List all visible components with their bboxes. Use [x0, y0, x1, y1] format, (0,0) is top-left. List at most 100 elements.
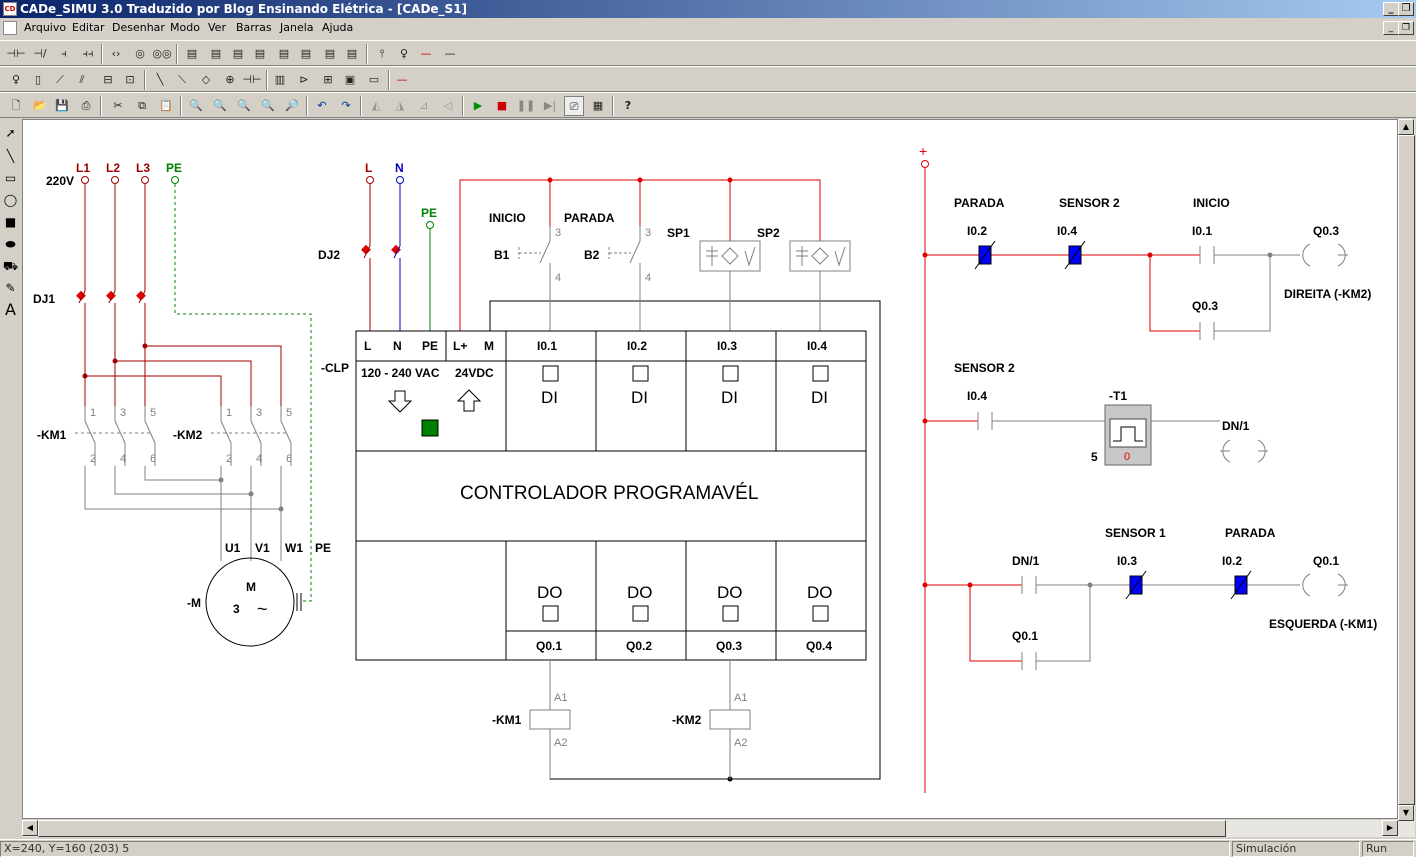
block-f-icon[interactable]: ▤ [296, 44, 316, 64]
zoom-in-icon[interactable]: 🔍 [186, 96, 206, 116]
doc-restore-icon[interactable]: ❐ [1398, 21, 1414, 35]
wire-icon[interactable]: — [392, 70, 412, 90]
zoom-area-icon[interactable]: 🔍 [258, 96, 278, 116]
copy-icon[interactable]: ⧉ [132, 96, 152, 116]
black-line-icon[interactable]: — [440, 44, 460, 64]
new-file-icon[interactable]: 🗋 [6, 96, 26, 116]
menu-ajuda[interactable]: Ajuda [322, 21, 353, 34]
thermal-icon[interactable]: ⊡ [120, 70, 140, 90]
valve-icon[interactable]: ⊕ [220, 70, 240, 90]
fill-bucket-icon[interactable]: ⛟ [1, 256, 20, 276]
scroll-right-icon[interactable]: ▶ [1382, 820, 1398, 836]
contact-nc-icon[interactable]: ⊣/⊢ [30, 44, 50, 80]
horizontal-scrollbar[interactable]: ◀ ▶ [22, 820, 1398, 837]
restore-icon[interactable]: ❐ [1398, 2, 1414, 16]
terminal-icon[interactable]: ♀ [394, 44, 414, 64]
step-icon[interactable]: ▶| [540, 96, 560, 116]
doc-minimize-icon[interactable]: _ [1383, 21, 1399, 35]
rectangle-tool-icon[interactable]: ▭ [1, 168, 20, 188]
coil-double-icon[interactable]: ◎◎ [152, 44, 172, 64]
coil-km1[interactable] [529, 709, 571, 730]
node-icon[interactable]: ⫯ [372, 44, 392, 64]
block-d-icon[interactable]: ▤ [250, 44, 270, 64]
relay-icon[interactable]: ⊟ [98, 70, 118, 90]
diode-icon[interactable]: ‹› [106, 44, 126, 64]
coil-q03[interactable] [1302, 243, 1348, 267]
filled-rectangle-icon[interactable]: ■ [1, 212, 20, 232]
coil-q01[interactable] [1302, 573, 1348, 597]
paste-icon[interactable]: 📋 [156, 96, 176, 116]
scroll-left-icon[interactable]: ◀ [22, 820, 38, 836]
menu-janela[interactable]: Janela [280, 21, 314, 34]
timer-icon[interactable]: ▥ [270, 70, 290, 90]
fuse-icon[interactable]: ▯ [28, 70, 48, 90]
coil-pair-icon[interactable]: ◎ [130, 44, 150, 64]
filled-ellipse-icon[interactable]: ⬬ [1, 234, 20, 254]
redo-icon[interactable]: ↷ [336, 96, 356, 116]
open-folder-icon[interactable]: 📂 [30, 96, 50, 116]
coil-dn1[interactable] [1220, 439, 1268, 463]
pushbutton-b1[interactable] [539, 226, 551, 331]
menu-editar[interactable]: Editar [72, 21, 105, 34]
coil-km2[interactable] [709, 709, 751, 730]
block-c-icon[interactable]: ▤ [228, 44, 248, 64]
zoom-fit-icon[interactable]: 🔍 [234, 96, 254, 116]
lamp-icon[interactable]: ♀ [6, 70, 26, 90]
app-icon[interactable]: CD [3, 2, 17, 16]
pause-icon[interactable]: ❚❚ [516, 96, 536, 116]
stop-icon[interactable]: ■ [492, 96, 512, 116]
zoom-out-icon[interactable]: 🔍 [210, 96, 230, 116]
print-icon[interactable]: ⎙ [76, 96, 96, 116]
block-a-icon[interactable]: ▤ [182, 44, 202, 64]
nc-switch-icon[interactable]: ╲ [150, 70, 170, 90]
flip-right-icon[interactable]: ◮ [390, 96, 410, 116]
drawing-canvas[interactable]: .w{fill:none;stroke:#000;stroke-width:1}… [22, 119, 1398, 819]
rotate-icon[interactable]: ◁ [438, 96, 458, 116]
flip-left-icon[interactable]: ◭ [366, 96, 386, 116]
module-icon[interactable]: ▭ [364, 70, 384, 90]
contact-timer-icon[interactable]: ⊳ [294, 70, 314, 90]
cut-icon[interactable]: ✂ [108, 96, 128, 116]
no-switch-icon[interactable]: ⟍ [172, 70, 192, 90]
motor-symbol[interactable] [205, 557, 295, 647]
red-line-icon[interactable]: — [416, 44, 436, 64]
menu-barras[interactable]: Barras [236, 21, 272, 34]
run-icon[interactable]: ▶ [468, 96, 488, 116]
minimize-icon[interactable]: _ [1383, 2, 1399, 16]
block-g-icon[interactable]: ▤ [320, 44, 340, 64]
view-mode-icon[interactable]: ⎚ [564, 96, 584, 116]
mirror-icon[interactable]: ⊿ [414, 96, 434, 116]
block-b-icon[interactable]: ▤ [206, 44, 226, 64]
save-icon[interactable]: 💾 [52, 96, 72, 116]
text-tool-icon[interactable]: A [1, 300, 20, 320]
line-tool-icon[interactable]: ╲ [1, 146, 20, 166]
scroll-up-icon[interactable]: ▲ [1398, 119, 1414, 135]
menu-modo[interactable]: Modo [170, 21, 200, 34]
plc-block[interactable]: -CLP L N PE L+ M 120 - 240 VAC 24VDC I0.… [321, 330, 867, 661]
help-icon[interactable]: ? [618, 96, 638, 116]
switch-icon[interactable]: ⟋ [50, 70, 70, 90]
ellipse-tool-icon[interactable]: ◯ [1, 190, 20, 210]
color-picker-icon[interactable]: ✎ [1, 278, 20, 298]
pointer-icon[interactable]: ➚ [1, 123, 20, 143]
menu-ver[interactable]: Ver [208, 21, 226, 34]
contact-triple-icon[interactable]: ⫞⫞ [78, 44, 98, 64]
menu-arquivo[interactable]: Arquivo [24, 21, 66, 34]
vertical-scrollbar[interactable]: ▲ ▼ [1398, 119, 1415, 837]
vertical-scroll-thumb[interactable] [1398, 135, 1415, 805]
pushbutton-b2[interactable] [629, 226, 641, 331]
contact-no-icon[interactable]: ⊣⊢ [6, 44, 26, 64]
sensor-icon[interactable]: ◇ [196, 70, 216, 90]
horizontal-scroll-thumb[interactable] [38, 820, 1226, 837]
properties-icon[interactable]: ▦ [588, 96, 608, 116]
menu-desenhar[interactable]: Desenhar [112, 21, 165, 34]
plc-icon[interactable]: ▣ [340, 70, 360, 90]
counter-icon[interactable]: ⊞ [318, 70, 338, 90]
coil-icon[interactable]: ⊣⊢ [242, 70, 262, 90]
block-h-icon[interactable]: ▤ [342, 44, 362, 64]
block-e-icon[interactable]: ▤ [274, 44, 294, 64]
switch3-icon[interactable]: ⫽ [72, 70, 92, 90]
document-icon[interactable] [3, 21, 17, 35]
zoom-page-icon[interactable]: 🔎 [282, 96, 302, 116]
undo-icon[interactable]: ↶ [312, 96, 332, 116]
